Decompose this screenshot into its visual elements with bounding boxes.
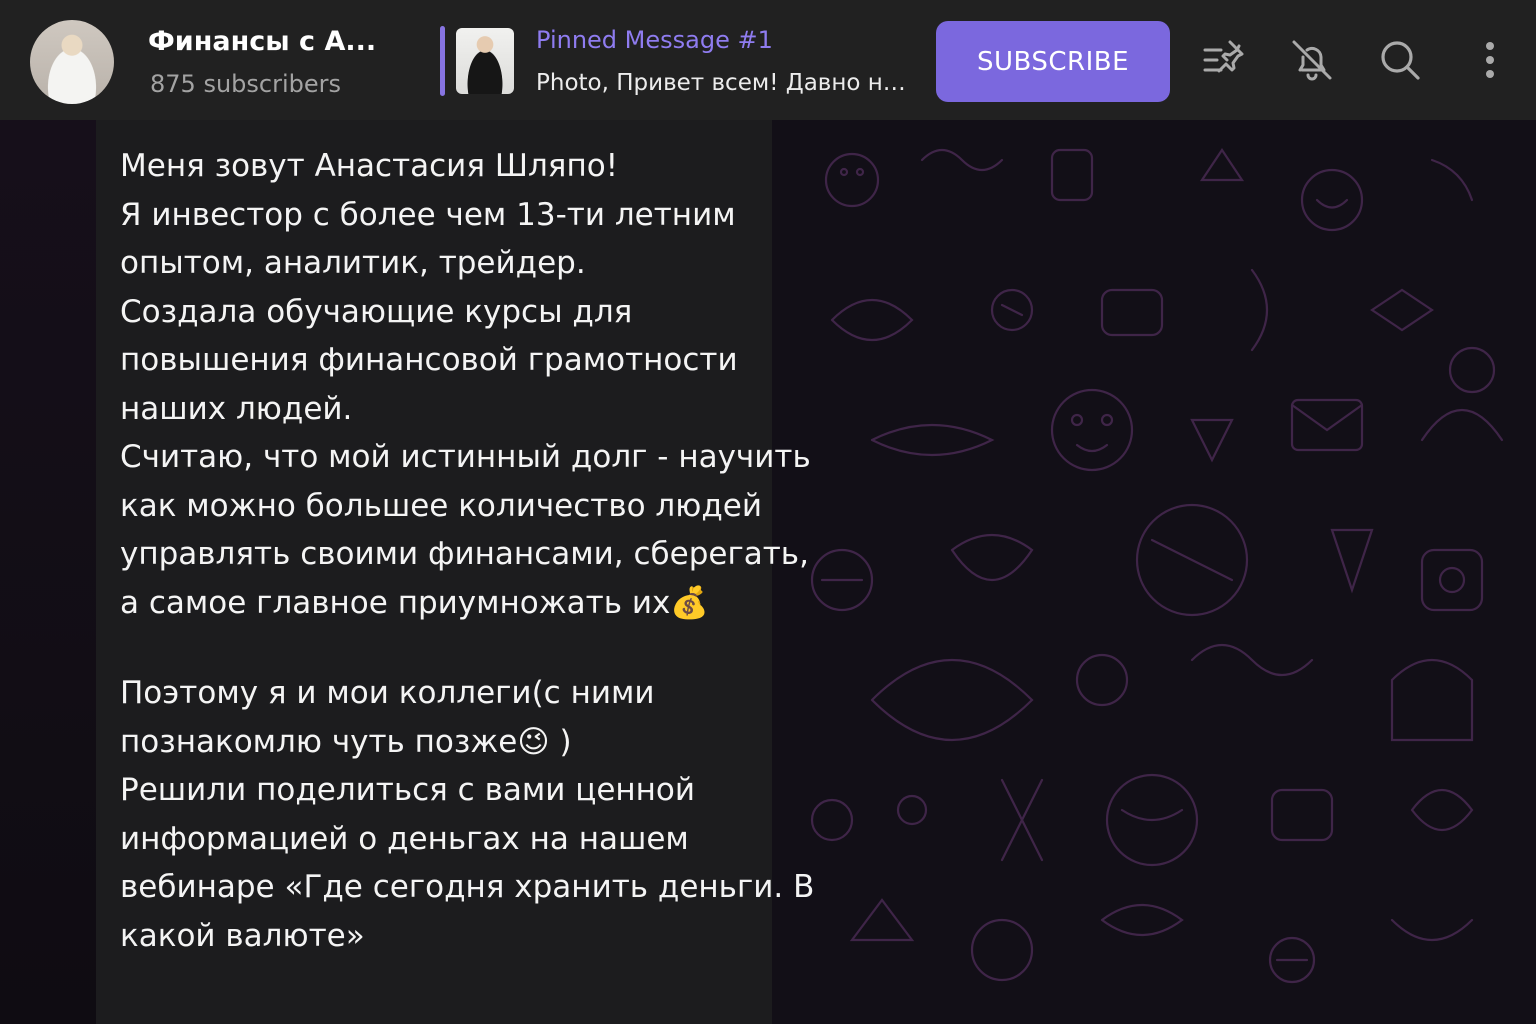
message-line: как можно большее количество людей <box>120 487 762 524</box>
message-line: наших людей. <box>120 390 353 427</box>
left-chat-strip <box>0 120 96 1024</box>
message-line: вебинаре «Где сегодня хранить деньги. В <box>120 869 815 905</box>
message-line: а самое главное приумножать их💰 <box>120 584 709 621</box>
message-line: Поэтому я и мои коллеги(с ними <box>120 675 655 711</box>
wallpaper-doodles <box>810 148 1504 984</box>
message-line: Считаю, что мой истинный долг - научить <box>120 439 811 475</box>
message-line: информацией о деньгах на нашем <box>120 820 689 857</box>
search-icon[interactable] <box>1376 36 1424 84</box>
pinned-indicator <box>440 26 445 96</box>
message-bubble: Меня зовут Анастасия Шляпо! Я инвестор с… <box>96 120 815 1024</box>
channel-title[interactable]: Финансы с А... <box>148 26 376 57</box>
bell-muted-icon[interactable] <box>1288 36 1336 84</box>
message-line: Меня зовут Анастасия Шляпо! <box>120 148 619 184</box>
message-line: управлять своими финансами, сберегать, <box>120 536 809 572</box>
pinned-message-bar[interactable]: Pinned Message #1 Photo, Привет всем! Да… <box>440 26 910 96</box>
chat-header: Финансы с А... 875 subscribers Pinned Me… <box>0 0 1536 120</box>
pinned-preview: Photo, Привет всем! Давно не ... <box>536 70 906 96</box>
message-line: Решили поделиться с вами ценной <box>120 772 696 808</box>
message-line: опытом, аналитик, трейдер. <box>120 245 586 281</box>
message-line: повышения финансовой грамотности <box>120 342 738 378</box>
subscribe-button[interactable]: SUBSCRIBE <box>936 21 1170 102</box>
more-vertical-icon[interactable] <box>1466 36 1514 84</box>
subscriber-count: 875 subscribers <box>150 70 341 98</box>
message-line: Создала обучающие курсы для <box>120 293 633 330</box>
pinned-title: Pinned Message #1 <box>536 26 773 54</box>
message-line: Я инвестор с более чем 13-ти летним <box>120 196 736 233</box>
message-line: познакомлю чуть позже😉 ) <box>120 723 572 760</box>
channel-avatar[interactable] <box>30 20 114 104</box>
pinned-list-icon[interactable] <box>1200 36 1248 84</box>
message-line: какой валюте» <box>120 917 365 954</box>
pinned-thumbnail <box>456 28 514 94</box>
